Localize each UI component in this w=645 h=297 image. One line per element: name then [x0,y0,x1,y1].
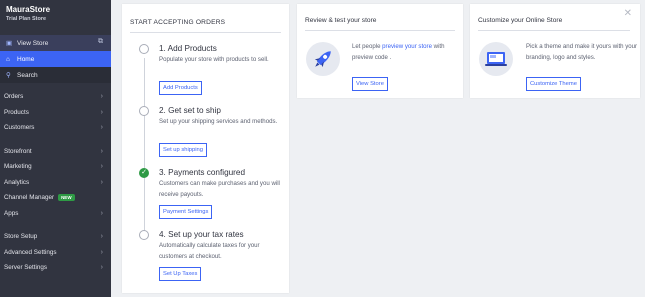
chevron-right-icon: › [100,93,103,101]
store-name: MauraStore [6,5,51,14]
sidebar: MauraStore Trial Plan Store ▣ View Store… [0,0,111,297]
nav-label: Analytics [4,178,30,186]
step-3-description: Customers can make purchases and you wil… [159,180,280,198]
set-up-shipping-button[interactable]: Set up shipping [159,143,207,157]
divider [130,32,281,33]
sidebar-item-home[interactable]: ⌂ Home [0,51,111,67]
chevron-right-icon: › [100,147,103,155]
chevron-right-icon: › [100,124,103,132]
onboarding-checklist-card: START ACCEPTING ORDERS 1. Add Products P… [122,4,289,293]
store-plan: Trial Plan Store [6,16,47,22]
customize-store-card: ✕ Customize your Online Store Pick a the… [470,4,640,98]
nav-group-1: Orders › Products › Customers › [0,89,111,136]
payment-settings-button[interactable]: Payment Settings [159,205,213,219]
step-4-status-circle [139,230,149,240]
sidebar-item-storefront[interactable]: Storefront › [0,144,111,160]
external-link-icon: ⧉ [98,38,103,45]
nav-label: Advanced Settings [4,248,57,256]
nav-label: Channel Manager [4,194,55,202]
sidebar-item-marketing[interactable]: Marketing › [0,159,111,175]
step-1-title: 1. Add Products [159,44,217,53]
customize-card-title: Customize your Online Store [478,17,563,24]
sidebar-item-advanced-settings[interactable]: Advanced Settings › [0,245,111,261]
preview-store-link[interactable]: preview your store [382,43,432,50]
nav-group-3: Store Setup › Advanced Settings › Server S… [0,229,111,276]
search-label: Search [17,71,38,79]
sidebar-item-orders[interactable]: Orders › [0,89,111,105]
nav-label: Marketing [4,163,32,171]
store-header[interactable]: MauraStore Trial Plan Store [0,0,111,35]
set-up-taxes-button[interactable]: Set Up Taxes [159,267,202,281]
nav-label: Server Settings [4,264,48,272]
review-store-card: Review & test your store Let people prev… [297,4,463,98]
sidebar-item-apps[interactable]: Apps › [0,206,111,222]
nav-label: Apps [4,209,19,217]
sidebar-item-customers[interactable]: Customers › [0,120,111,136]
nav-label: Store Setup [4,233,38,241]
checklist-title: START ACCEPTING ORDERS [130,19,226,26]
chevron-right-icon: › [100,108,103,116]
chevron-right-icon: › [100,264,103,272]
step-connector [144,58,145,234]
sidebar-item-store-setup[interactable]: Store Setup › [0,229,111,245]
review-card-title: Review & test your store [305,17,377,24]
divider [478,30,630,31]
sidebar-item-channel-manager[interactable]: Channel Manager NEW [0,190,111,206]
home-label: Home [17,55,35,63]
step-4-description: Automatically calculate taxes for your c… [159,242,260,260]
chevron-right-icon: › [100,233,103,241]
nav-top: ▣ View Store ⧉ ⌂ Home ⚲ Search [0,35,111,83]
step-2-status-circle [139,106,149,116]
sidebar-item-analytics[interactable]: Analytics › [0,175,111,191]
search-icon: ⚲ [6,72,11,79]
nav-group-2: Storefront › Marketing › Analytics › Channe… [0,144,111,222]
chevron-right-icon: › [100,163,103,171]
nav-label: Products [4,108,29,116]
monitor-icon [479,42,513,76]
new-badge: NEW [58,194,75,202]
storefront-icon: ▣ [6,40,13,47]
home-icon: ⌂ [6,55,10,63]
nav-label: Orders [4,93,24,101]
view-store-link[interactable]: ▣ View Store ⧉ [0,35,111,51]
close-icon[interactable]: ✕ [624,8,632,19]
nav-label: Storefront [4,147,32,155]
step-4-title: 4. Set up your tax rates [159,230,244,239]
chevron-right-icon: › [100,209,103,217]
sidebar-item-server-settings[interactable]: Server Settings › [0,260,111,276]
step-2-title: 2. Get set to ship [159,106,221,115]
rocket-icon [306,42,340,76]
view-store-button[interactable]: View Store [352,77,388,91]
review-text-before: Let people [352,43,383,50]
check-icon: ✓ [139,168,149,178]
review-description: Let people preview your store with previ… [352,42,460,63]
step-2-description: Set up your shipping services and method… [159,118,278,125]
chevron-right-icon: › [100,178,103,186]
sidebar-search[interactable]: ⚲ Search [0,67,111,83]
customize-description: Pick a theme and make it yours with your… [526,43,638,61]
nav-label: Customers [4,124,35,132]
step-1-description: Populate your store with products to sel… [159,56,269,63]
step-3-title: 3. Payments configured [159,168,246,177]
step-1-status-circle [139,44,149,54]
view-store-label: View Store [17,39,49,47]
customize-theme-button[interactable]: Customize Theme [526,77,581,91]
chevron-right-icon: › [100,248,103,256]
add-products-button[interactable]: Add Products [159,81,202,95]
sidebar-item-products[interactable]: Products › [0,105,111,121]
divider [305,30,455,31]
